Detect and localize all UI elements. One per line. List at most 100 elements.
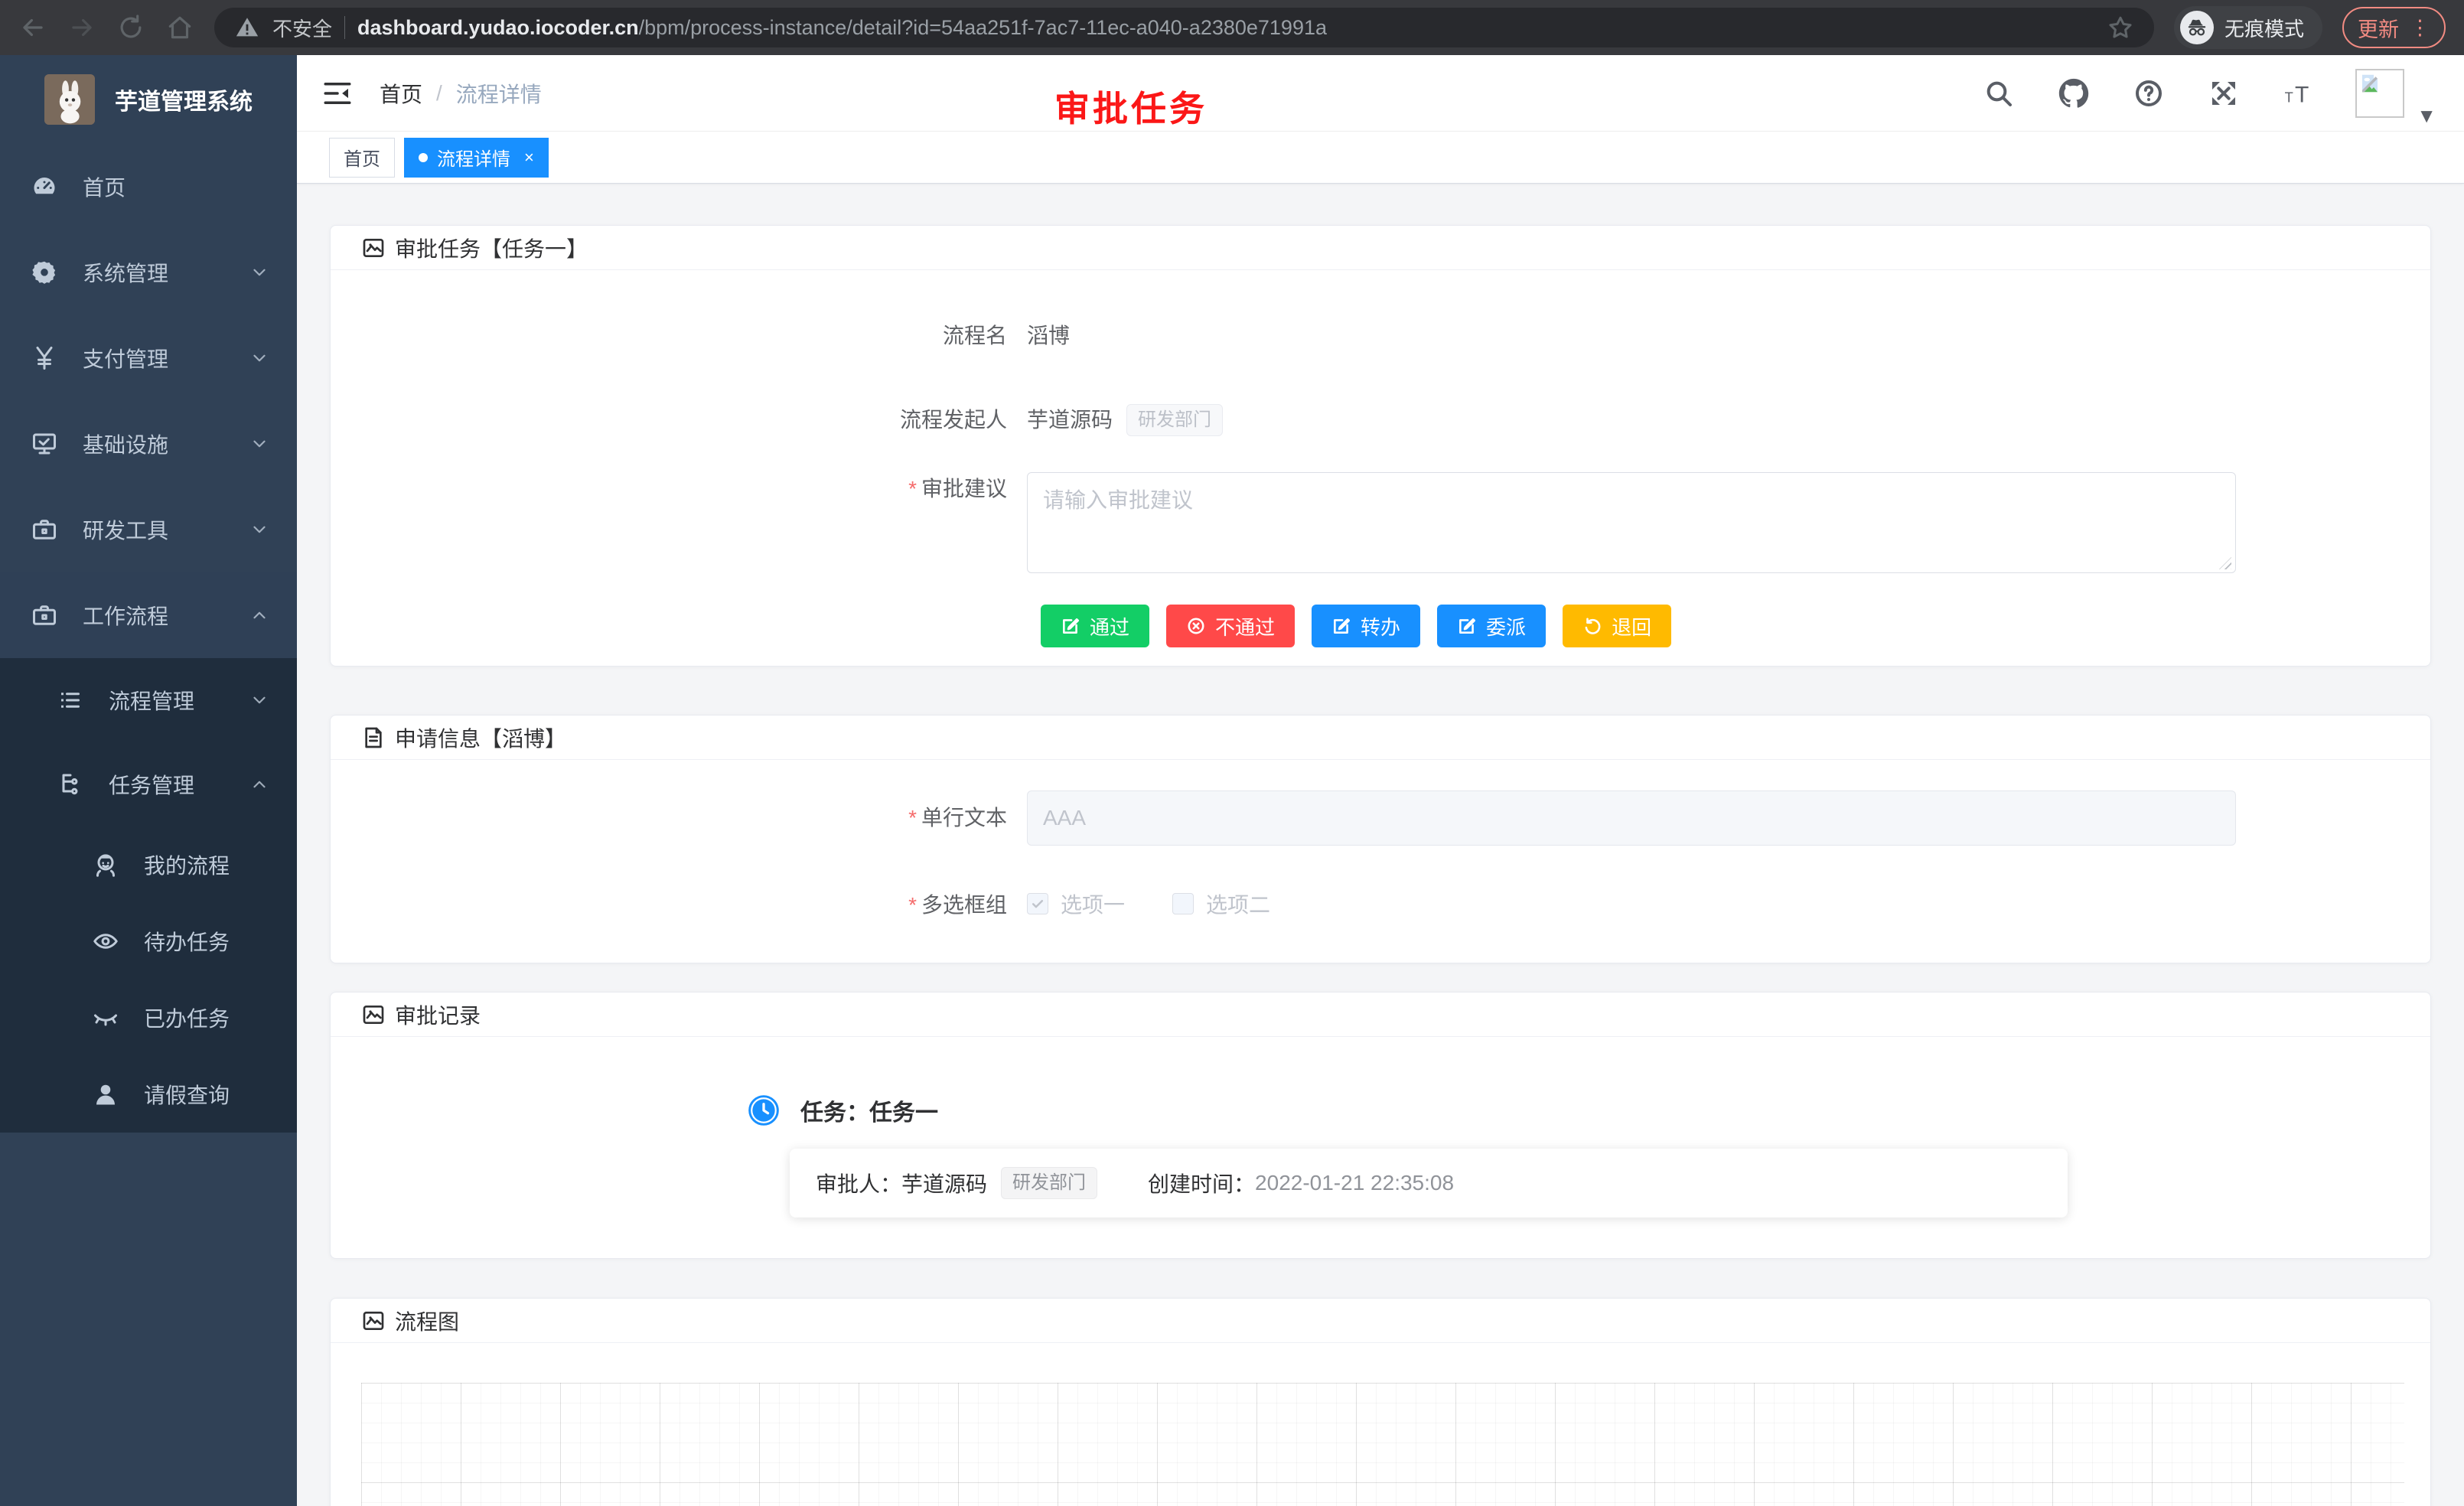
approve-button[interactable]: 通过 (1041, 605, 1149, 647)
return-button[interactable]: 退回 (1563, 605, 1671, 647)
list-icon (57, 686, 84, 714)
sidebar-item-dev[interactable]: 研发工具 (0, 487, 297, 572)
approval-task-card: 审批任务【任务一】 流程名 滔博 流程发起人 芋道源码 研发部门 (330, 225, 2431, 667)
checkbox-option-1[interactable]: 选项一 (1027, 888, 1125, 919)
sidebar-item-leave-query[interactable]: 请假查询 (0, 1056, 297, 1133)
incognito-icon (2180, 11, 2214, 44)
tree-icon (57, 771, 84, 798)
dept-tag: 研发部门 (1001, 1167, 1097, 1199)
tab-process-detail[interactable]: 流程详情 × (404, 138, 549, 178)
breadcrumb-separator: / (436, 81, 442, 106)
address-bar[interactable]: 不安全 dashboard.yudao.iocoder.cn/bpm/proce… (214, 8, 2154, 47)
edit-icon (1457, 616, 1477, 636)
page-header: 首页 / 流程详情 TT ▼ (297, 55, 2464, 132)
app-logo: 芋道管理系统 (0, 55, 297, 144)
github-icon[interactable] (2058, 78, 2089, 109)
clock-timeline-icon (747, 1094, 781, 1127)
sidebar-item-todo-task[interactable]: 待办任务 (0, 903, 297, 980)
checkbox-group: 选项一 选项二 (1027, 888, 1270, 919)
logo-image (44, 74, 95, 125)
close-tab-icon[interactable]: × (524, 148, 534, 168)
sidebar-item-infra[interactable]: 基础设施 (0, 401, 297, 487)
dashboard-icon (31, 173, 58, 200)
transfer-button[interactable]: 转办 (1312, 605, 1420, 647)
sidebar-item-task-mgmt[interactable]: 任务管理 (0, 742, 297, 826)
created-time: 2022-01-21 22:35:08 (1255, 1171, 1454, 1195)
bookmark-star-icon[interactable] (2107, 14, 2134, 41)
avatar-caret-icon[interactable]: ▼ (2417, 104, 2436, 131)
timeline-item: 任务：任务一 (747, 1094, 2400, 1127)
briefcase-icon (31, 516, 58, 543)
avatar[interactable] (2355, 69, 2404, 118)
suggestion-row: *审批建议 (361, 472, 2400, 577)
task-title: 任务：任务一 (800, 1094, 938, 1127)
divider (344, 16, 345, 39)
gear-icon (31, 259, 58, 286)
edit-icon (1061, 616, 1080, 636)
apply-info-card-header: 申请信息【滔博】 (331, 716, 2430, 760)
chevron-up-icon (249, 774, 269, 794)
annotation-overlay: 审批任务 (1054, 81, 1208, 132)
yen-icon (31, 344, 58, 372)
sidebar-item-done-task[interactable]: 已办任务 (0, 980, 297, 1056)
delegate-button[interactable]: 委派 (1437, 605, 1546, 647)
workflow-submenu: 流程管理 任务管理 我的流程 待办任务 已办任务 请假 (0, 658, 297, 1133)
sidebar-item-workflow[interactable]: 工作流程 (0, 572, 297, 658)
chevron-down-icon (249, 348, 269, 368)
chevron-up-icon (249, 605, 269, 625)
approval-records-card: 审批记录 任务：任务一 审批人： 芋道源码 研发部门 创建时间： 2022-01… (330, 992, 2431, 1259)
checkbox-unchecked-icon (1172, 893, 1194, 914)
search-icon[interactable] (1983, 78, 2014, 109)
checkbox-checked-icon (1027, 893, 1048, 914)
initiator-name: 芋道源码 (1027, 403, 1113, 437)
broken-image-icon (2358, 72, 2381, 95)
browser-chrome: 不安全 dashboard.yudao.iocoder.cn/bpm/proce… (0, 0, 2464, 55)
document-icon (361, 725, 386, 750)
incognito-label: 无痕模式 (2224, 14, 2304, 42)
checkbox-option-2[interactable]: 选项二 (1172, 888, 1270, 919)
svg-text:T: T (2295, 82, 2309, 107)
not-secure-warning-icon (234, 15, 260, 41)
chevron-down-icon (249, 690, 269, 710)
font-size-icon[interactable]: TT (2283, 78, 2314, 109)
home-icon[interactable] (165, 13, 194, 42)
initiator-row: 流程发起人 芋道源码 研发部门 (361, 403, 2400, 437)
bpmn-canvas[interactable] (361, 1383, 2404, 1506)
sidebar-item-system[interactable]: 系统管理 (0, 230, 297, 315)
eye-closed-icon (92, 1004, 119, 1032)
back-icon[interactable] (18, 13, 47, 42)
forward-icon[interactable] (67, 13, 96, 42)
person-face-icon (92, 851, 119, 878)
approval-records-card-header: 审批记录 (331, 993, 2430, 1037)
help-icon[interactable] (2133, 78, 2164, 109)
process-name-value: 滔博 (1027, 319, 1070, 353)
collapse-menu-icon[interactable] (321, 77, 354, 109)
breadcrumb-current: 流程详情 (456, 78, 542, 109)
svg-text:T: T (2285, 89, 2293, 105)
flow-chart-card-header: 流程图 (331, 1299, 2430, 1343)
chevron-down-icon (249, 434, 269, 454)
browser-menu-icon[interactable]: ⋮ (2410, 16, 2430, 40)
dept-tag: 研发部门 (1126, 404, 1223, 436)
tab-home[interactable]: 首页 (329, 138, 395, 178)
suggestion-textarea[interactable] (1027, 472, 2236, 573)
reject-button[interactable]: 不通过 (1166, 605, 1295, 647)
picture-icon (361, 236, 386, 260)
approver-name: 芋道源码 (901, 1168, 987, 1198)
sidebar-item-process-mgmt[interactable]: 流程管理 (0, 658, 297, 742)
single-line-text-input[interactable] (1027, 790, 2236, 846)
chevron-down-icon (249, 520, 269, 539)
breadcrumb: 首页 / 流程详情 (380, 78, 542, 109)
sidebar-item-my-process[interactable]: 我的流程 (0, 826, 297, 903)
sidebar-item-pay[interactable]: 支付管理 (0, 315, 297, 401)
edit-icon (1331, 616, 1351, 636)
briefcase-icon (31, 601, 58, 629)
reload-icon[interactable] (116, 13, 145, 42)
sidebar: 芋道管理系统 首页 系统管理 支付管理 基础设施 研发工具 工作流 (0, 55, 297, 1506)
action-buttons: 通过 不通过 转办 委派 (1041, 605, 2400, 647)
checkbox-group-row: *多选框组 选项一 选项二 (361, 888, 2400, 922)
browser-update-button[interactable]: 更新 ⋮ (2342, 7, 2446, 48)
sidebar-item-home[interactable]: 首页 (0, 144, 297, 230)
fullscreen-icon[interactable] (2208, 78, 2239, 109)
breadcrumb-home[interactable]: 首页 (380, 78, 422, 109)
